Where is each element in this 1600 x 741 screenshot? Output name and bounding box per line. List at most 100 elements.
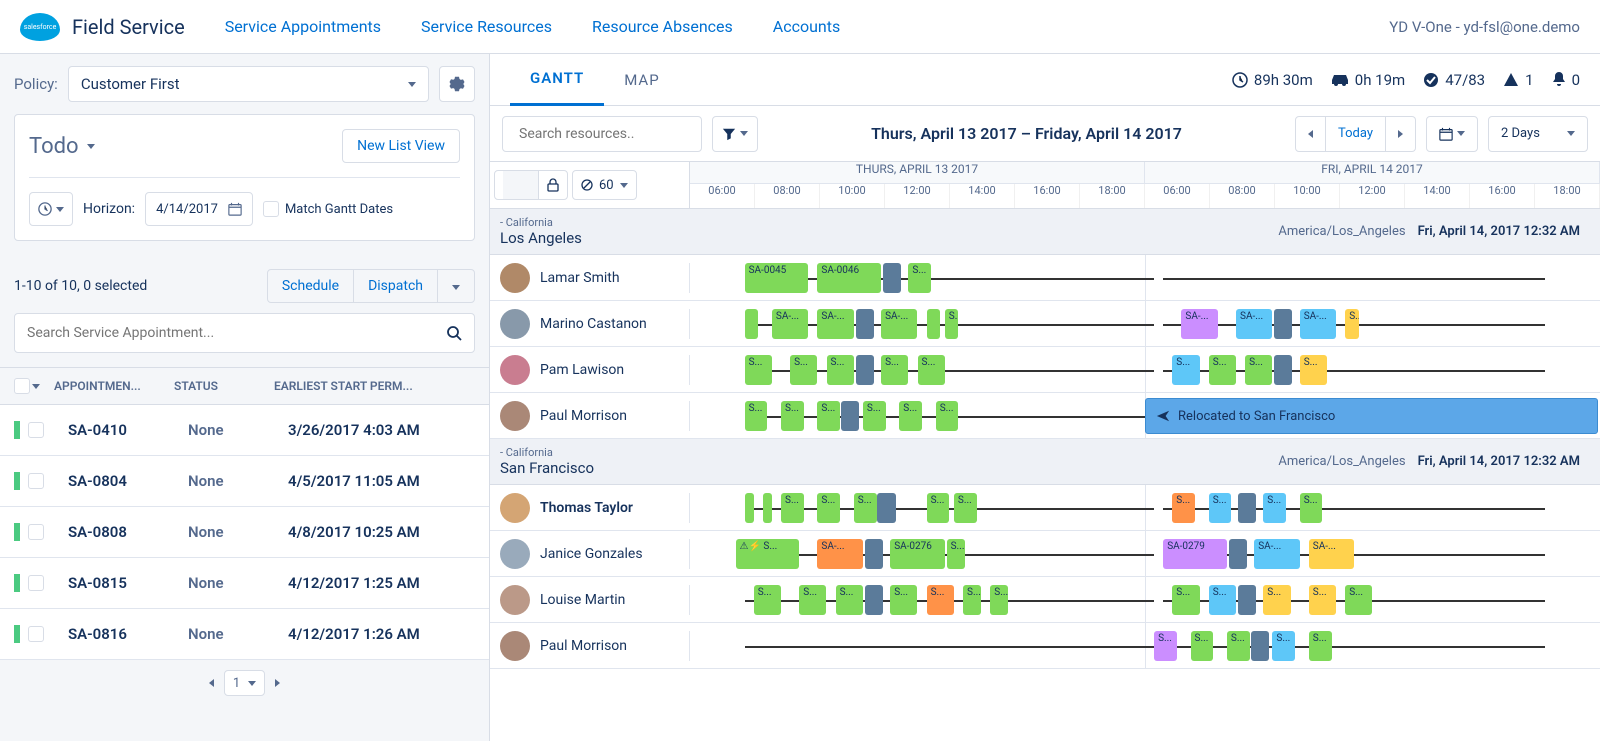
appointment-block[interactable]: S... [990, 585, 1008, 615]
select-all-checkbox[interactable] [14, 378, 54, 394]
resource-timeline[interactable]: S...S...S...S...S...S...Relocated to San… [690, 393, 1600, 438]
appointment-block[interactable] [841, 401, 859, 431]
appointment-block[interactable] [745, 493, 754, 523]
appointment-block[interactable]: S... [918, 355, 945, 385]
search-input[interactable] [519, 126, 697, 142]
resource-search[interactable] [502, 116, 702, 152]
appointment-block[interactable] [927, 309, 941, 339]
appointment-block[interactable]: S... [817, 401, 840, 431]
appointment-block[interactable]: SA-... [1254, 539, 1300, 569]
appointment-block[interactable]: SA-... [1236, 309, 1272, 339]
appointment-block[interactable]: S... [1309, 631, 1332, 661]
new-list-view-button[interactable]: New List View [342, 129, 460, 163]
filter-button[interactable] [712, 116, 758, 152]
settings-button[interactable] [439, 66, 475, 102]
resource-timeline[interactable]: S...S...S...S...S...S...S...S...S... [690, 485, 1600, 530]
row-checkbox[interactable] [28, 626, 68, 642]
lock-toggle[interactable] [494, 170, 568, 200]
appointment-block[interactable]: S... [936, 401, 959, 431]
appointment-block[interactable]: S... [1272, 631, 1295, 661]
appointment-block[interactable]: S... [899, 401, 922, 431]
tab-gantt[interactable]: GANTT [510, 53, 604, 106]
resource-cell[interactable]: Paul Morrison [490, 401, 690, 431]
appointment-block[interactable]: S... [927, 493, 950, 523]
row-checkbox[interactable] [28, 575, 68, 591]
resource-cell[interactable]: Thomas Taylor [490, 493, 690, 523]
appointment-block[interactable]: S... [817, 493, 840, 523]
appointment-block[interactable] [1274, 309, 1292, 339]
col-earliest-start[interactable]: EARLIEST START PERM... [274, 379, 475, 393]
appointment-block[interactable]: S... [863, 401, 886, 431]
resource-cell[interactable]: Marino Castanon [490, 309, 690, 339]
appointment-block[interactable]: SA-0279 [1163, 539, 1227, 569]
territory-header[interactable]: - CaliforniaSan Francisco America/Los_An… [490, 439, 1600, 485]
table-row[interactable]: SA-0410 None 3/26/2017 4:03 AM [0, 405, 489, 456]
timespan-select[interactable]: 2 Days [1488, 116, 1588, 152]
resource-timeline[interactable]: ⚠⚡ S...SA-...SA-0276S...SA-0279SA-...SA-… [690, 531, 1600, 576]
appointment-block[interactable]: S... [1209, 355, 1236, 385]
appointment-block[interactable] [1238, 585, 1256, 615]
territory-header[interactable]: - CaliforniaLos Angeles America/Los_Ange… [490, 209, 1600, 255]
appointment-block[interactable]: SA-... [881, 309, 917, 339]
appointment-block[interactable]: S... [836, 585, 863, 615]
row-checkbox[interactable] [28, 422, 68, 438]
appointment-block[interactable]: SA-0276 [890, 539, 945, 569]
appointment-block[interactable]: S... [754, 585, 781, 615]
appointment-block[interactable] [883, 263, 901, 293]
col-appointment[interactable]: APPOINTMEN... [54, 379, 174, 393]
appointment-block[interactable]: S... [1191, 631, 1214, 661]
appointment-block[interactable]: S... [1172, 585, 1199, 615]
appointment-block[interactable]: SA-0045 [745, 263, 809, 293]
next-page-button[interactable] [275, 679, 280, 687]
resource-timeline[interactable]: SA-0045SA-0046S... [690, 255, 1600, 300]
appointment-block[interactable]: S... [745, 355, 772, 385]
resource-timeline[interactable]: SA-...SA-...SA-...S...SA-...SA-...SA-...… [690, 301, 1600, 346]
nav-service-resources[interactable]: Service Resources [421, 17, 552, 36]
table-row[interactable]: SA-0815 None 4/12/2017 1:25 AM [0, 558, 489, 609]
appointment-block[interactable]: ⚠⚡ S... [736, 539, 800, 569]
appointment-block[interactable]: S... [781, 401, 804, 431]
appointment-block[interactable]: S... [1227, 631, 1250, 661]
prev-page-button[interactable] [209, 679, 214, 687]
appointment-block[interactable]: S... [827, 355, 854, 385]
appointment-block[interactable]: S... [1263, 493, 1286, 523]
appointment-block[interactable] [1229, 539, 1247, 569]
appointment-block[interactable]: SA-... [1309, 539, 1355, 569]
appointment-block[interactable]: S... [1309, 585, 1336, 615]
resource-cell[interactable]: Pam Lawison [490, 355, 690, 385]
appointment-block[interactable]: S... [1300, 355, 1327, 385]
table-row[interactable]: SA-0804 None 4/5/2017 11:05 AM [0, 456, 489, 507]
more-actions-button[interactable] [437, 270, 474, 302]
next-day-button[interactable] [1386, 116, 1416, 152]
appointment-block[interactable]: S... [1345, 585, 1372, 615]
appointment-block[interactable]: SA-... [1181, 309, 1217, 339]
row-checkbox[interactable] [28, 524, 68, 540]
appointment-block[interactable]: S... [927, 585, 954, 615]
appointment-block[interactable] [856, 355, 874, 385]
appointment-block[interactable] [1238, 493, 1256, 523]
appointment-block[interactable]: SA-0046 [817, 263, 881, 293]
prev-day-button[interactable] [1295, 116, 1326, 152]
horizon-date-picker[interactable]: 4/14/2017 [145, 192, 253, 226]
table-row[interactable]: SA-0808 None 4/8/2017 10:25 AM [0, 507, 489, 558]
appointment-block[interactable]: SA-... [1300, 309, 1336, 339]
search-input[interactable] [27, 325, 446, 341]
appointment-block[interactable]: S... [745, 401, 768, 431]
table-row[interactable]: SA-0816 None 4/12/2017 1:26 AM [0, 609, 489, 660]
appointment-block[interactable]: SA-... [772, 309, 808, 339]
resource-timeline[interactable]: S...S...S...S...S... [690, 623, 1600, 668]
col-status[interactable]: STATUS [174, 379, 274, 393]
list-view-selector[interactable]: Todo [29, 134, 332, 159]
appointment-block[interactable]: S... [890, 585, 917, 615]
resource-cell[interactable]: Louise Martin [490, 585, 690, 615]
dispatch-button[interactable]: Dispatch [353, 270, 437, 302]
appointment-block[interactable] [865, 539, 883, 569]
appointment-block[interactable] [1274, 355, 1292, 385]
appointment-block[interactable]: S... [1172, 355, 1199, 385]
appointment-block[interactable] [1251, 631, 1269, 661]
appointment-block[interactable] [763, 493, 772, 523]
page-number[interactable]: 1 [224, 670, 265, 696]
appointment-block[interactable] [877, 493, 895, 523]
time-filter-button[interactable] [29, 192, 73, 226]
tab-map[interactable]: MAP [604, 55, 679, 105]
